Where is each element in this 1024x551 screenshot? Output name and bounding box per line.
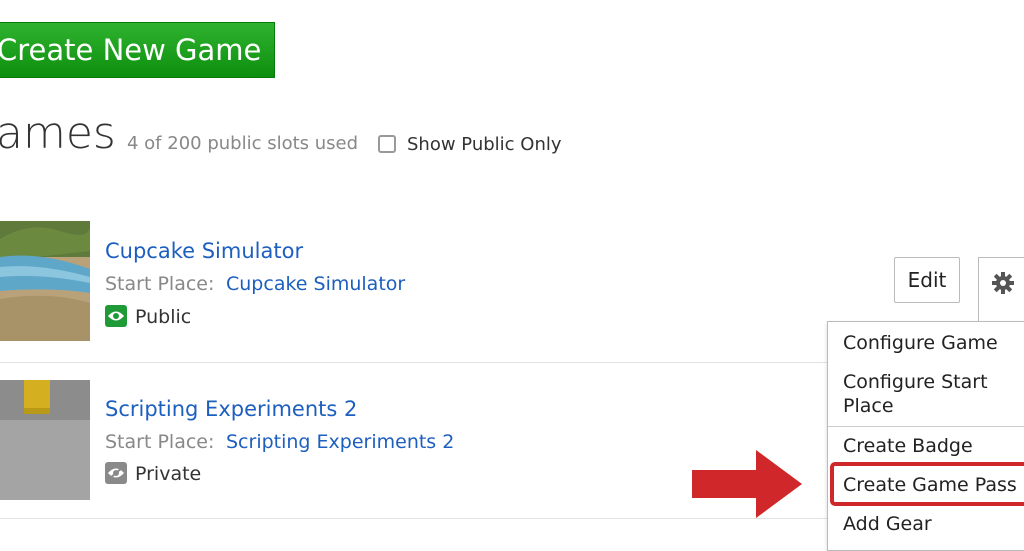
highlight-box xyxy=(830,462,1024,506)
eye-icon xyxy=(105,305,127,327)
start-place-label: Start Place: xyxy=(105,273,215,295)
settings-dropdown-menu: Configure Game Configure Start Place Cre… xyxy=(827,321,1024,551)
status-private: Private xyxy=(105,462,201,485)
menu-item-configure-game[interactable]: Configure Game xyxy=(843,331,998,355)
status-public: Public xyxy=(105,305,191,328)
menu-item-create-badge[interactable]: Create Badge xyxy=(843,434,973,458)
menu-item-add-gear[interactable]: Add Gear xyxy=(843,512,932,536)
game-thumbnail-cupcake-simulator[interactable] xyxy=(0,221,90,341)
show-public-only-checkbox[interactable] xyxy=(378,135,396,153)
status-label: Private xyxy=(135,463,202,485)
game-thumbnail-scripting-experiments[interactable] xyxy=(0,380,90,500)
menu-item-configure-start-place-line2[interactable]: Place xyxy=(843,394,894,418)
slots-used-text: 4 of 200 public slots used xyxy=(127,133,359,154)
status-label: Public xyxy=(135,306,192,328)
start-place-link[interactable]: Cupcake Simulator xyxy=(226,273,405,295)
menu-item-configure-start-place[interactable]: Configure Start xyxy=(843,370,988,394)
start-place-label: Start Place: xyxy=(105,431,215,453)
game-title-link[interactable]: Scripting Experiments 2 xyxy=(105,397,357,421)
arrow-right-icon xyxy=(692,450,804,522)
settings-menu-button[interactable] xyxy=(978,257,1024,321)
create-new-game-button[interactable]: Create New Game xyxy=(0,22,275,78)
edit-button[interactable]: Edit xyxy=(894,257,960,303)
menu-divider xyxy=(828,426,1024,427)
game-title-link[interactable]: Cupcake Simulator xyxy=(105,239,303,263)
show-public-only-label[interactable]: Show Public Only xyxy=(407,134,562,155)
gear-icon xyxy=(991,271,1015,299)
start-place-link[interactable]: Scripting Experiments 2 xyxy=(226,431,454,453)
page-title: ames xyxy=(0,108,116,159)
eye-slash-icon xyxy=(105,462,127,484)
